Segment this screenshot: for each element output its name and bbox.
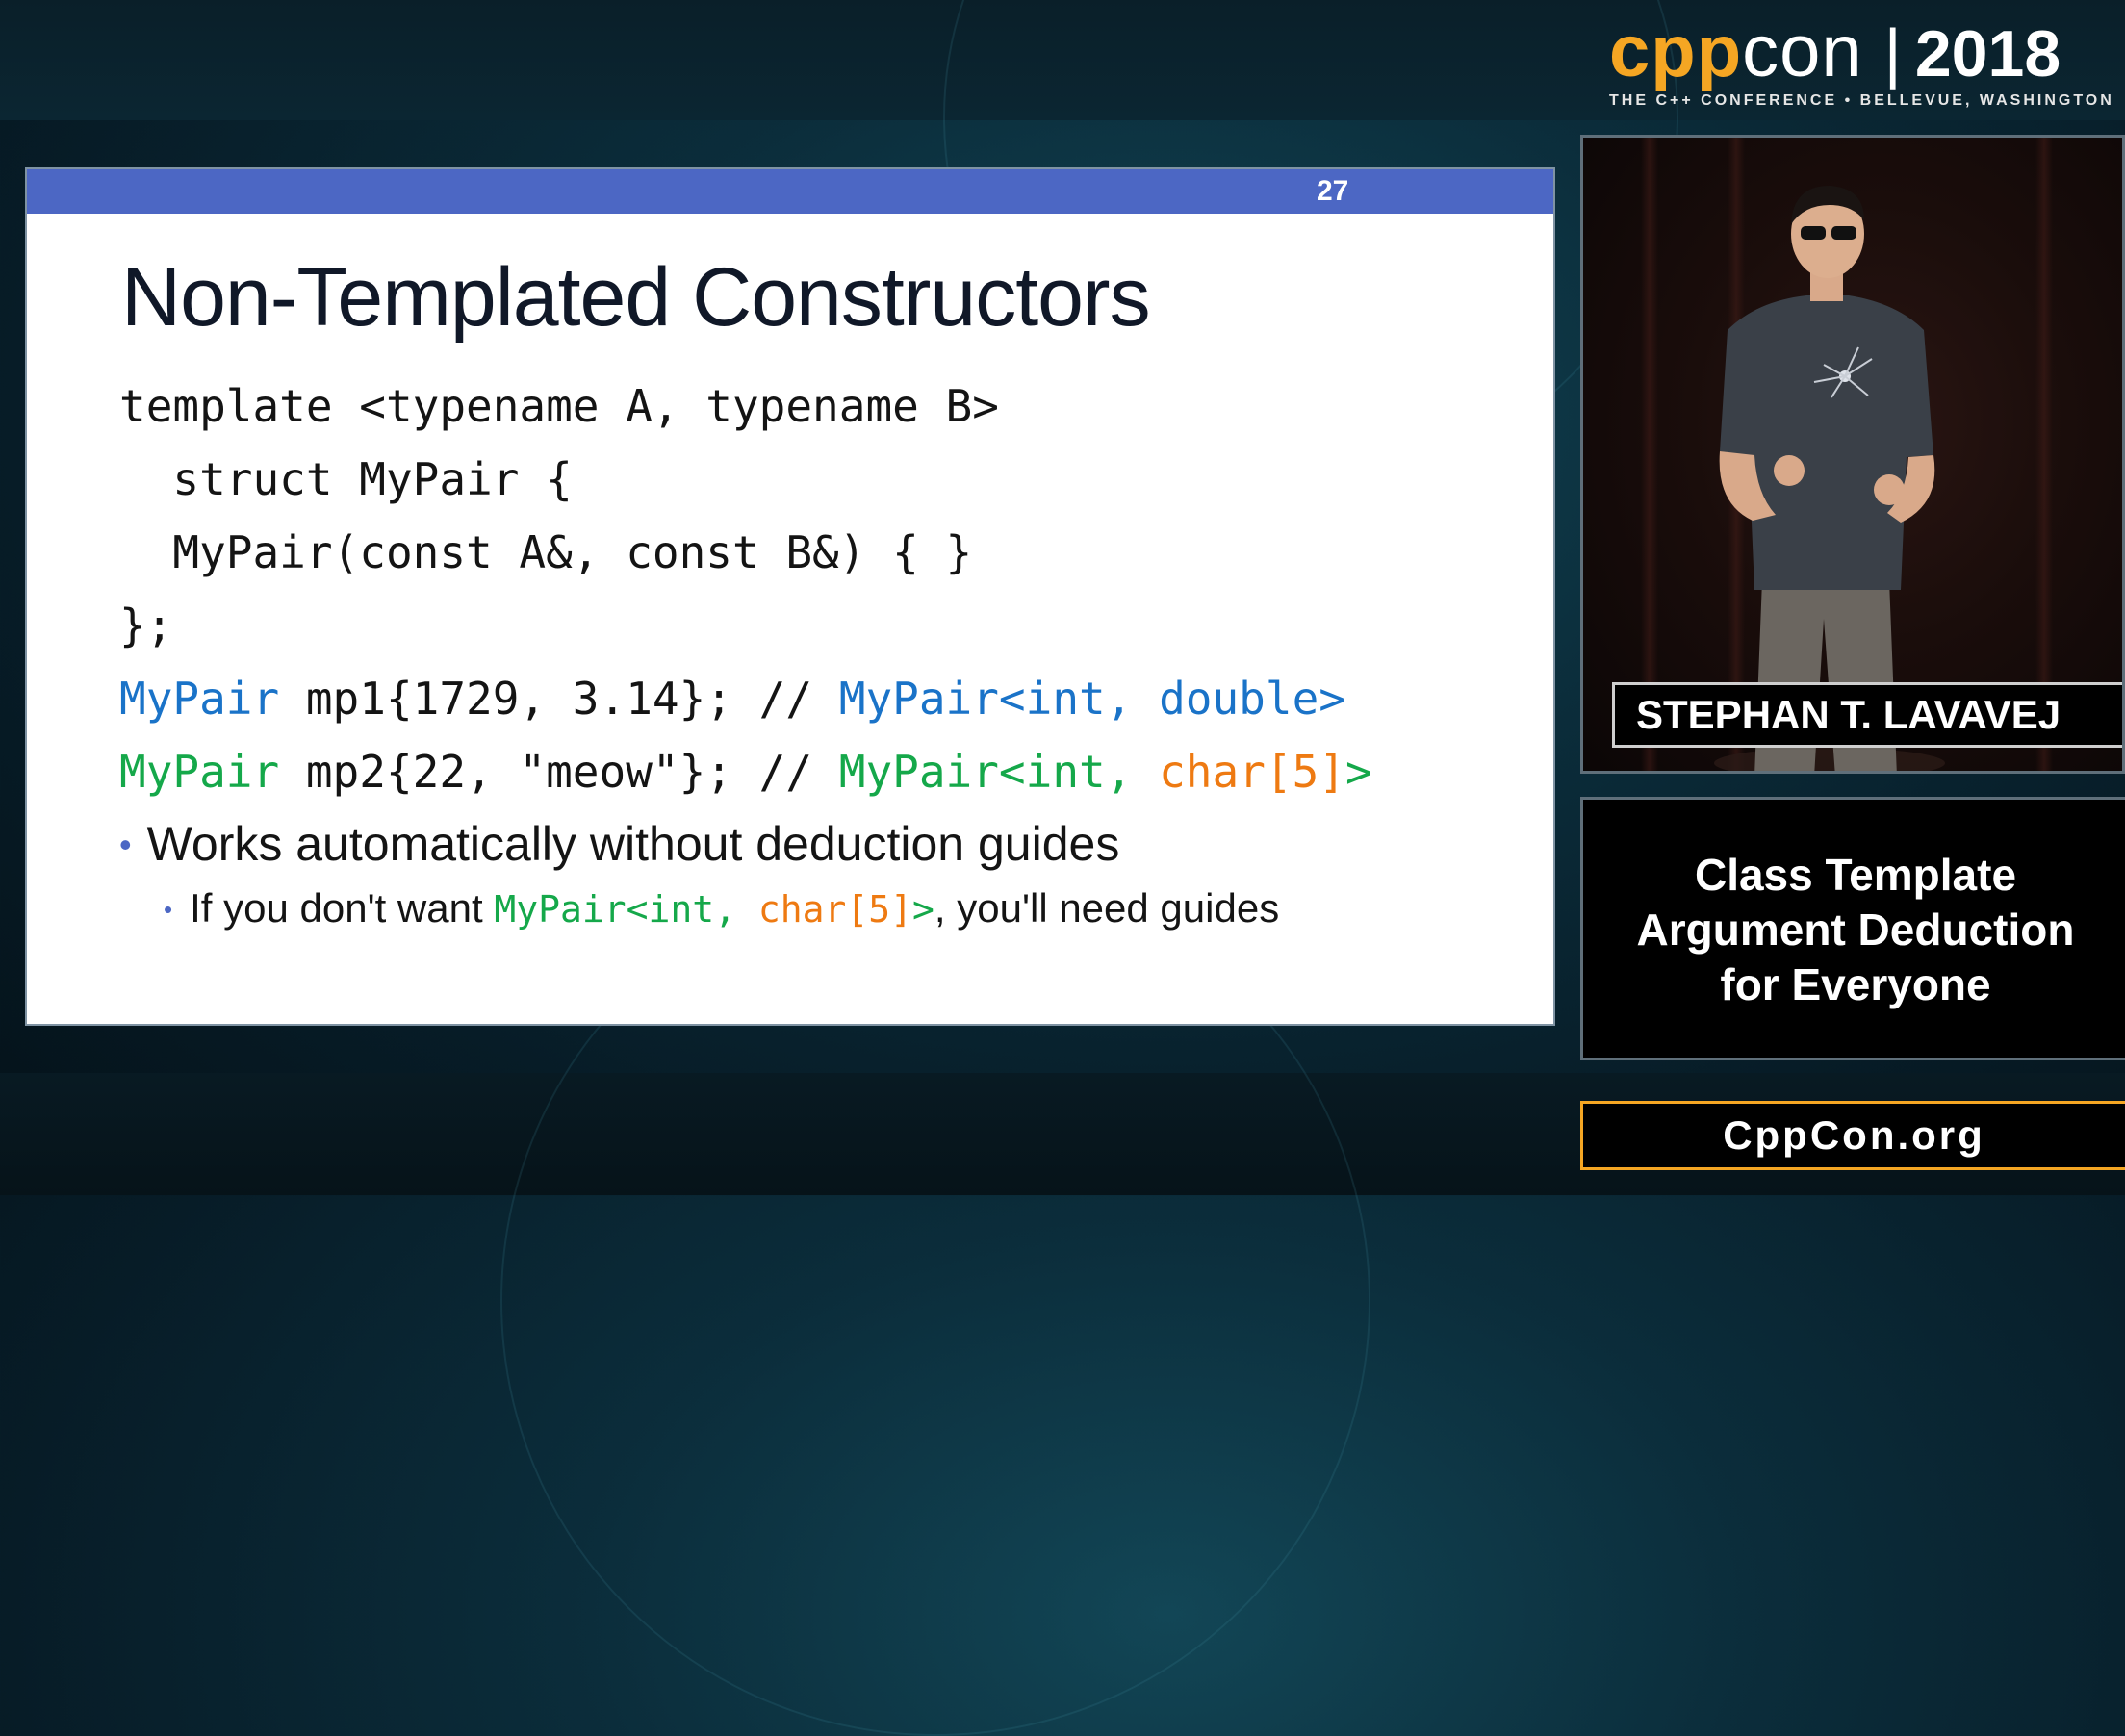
logo-separator: | <box>1883 15 1902 90</box>
code-deduced-type: MyPair<int, <box>838 746 1160 798</box>
logo-year: 2018 <box>1914 17 2061 90</box>
sub-bullet-code-c: > <box>912 888 934 931</box>
sub-bullet-code-b: char[5] <box>757 888 913 931</box>
code-line-6: MyPair mp2{22, "meow"}; // MyPair<int, c… <box>119 745 1372 799</box>
code-expression: mp2{22, "meow"}; // <box>279 746 839 798</box>
logo-tagline: THE C++ CONFERENCE • BELLEVUE, WASHINGTO… <box>1609 92 2114 109</box>
sub-bullet-text-pre: If you don't want <box>190 885 495 931</box>
site-url-banner: CppCon.org <box>1580 1101 2125 1170</box>
speaker-video: STEPHAN T. LAVAVEJ <box>1580 135 2125 774</box>
talk-title-line: for Everyone <box>1720 959 1991 1009</box>
code-line-2: struct MyPair { <box>119 453 573 505</box>
logo-cpp-text: cpp <box>1609 11 1743 92</box>
code-line-5: MyPair mp1{1729, 3.14}; // MyPair<int, d… <box>119 672 1345 726</box>
talk-title-panel: Class Template Argument Deduction for Ev… <box>1580 797 2125 1060</box>
code-type-name: MyPair <box>119 673 280 725</box>
bullet-text: Works automatically without deduction gu… <box>146 817 1120 871</box>
code-type-name: MyPair <box>119 746 280 798</box>
slide-title: Non-Templated Constructors <box>121 251 1151 344</box>
code-line-3: MyPair(const A&, const B&) { } <box>119 526 973 578</box>
speaker-name-plate: STEPHAN T. LAVAVEJ <box>1612 682 2122 748</box>
talk-title-line: Class Template <box>1694 850 2017 900</box>
bullet-dot-icon: • <box>164 895 173 924</box>
sub-bullet-point: • If you don't want MyPair<int, char[5]>,… <box>164 885 1279 932</box>
sub-bullet-code-a: MyPair<int, <box>494 888 758 931</box>
code-deduced-array: char[5] <box>1159 746 1345 798</box>
speaker-figure <box>1714 186 1945 771</box>
code-line-4: }; <box>119 600 173 651</box>
logo-con-text: con <box>1742 11 1863 92</box>
cppcon-logo: cppcon | 2018 THE C++ CONFERENCE • BELLEVU… <box>1609 11 2114 114</box>
code-deduced-close: > <box>1344 746 1372 798</box>
sub-bullet-text-post: , you'll need guides <box>934 885 1280 931</box>
presentation-slide: 27 Non-Templated Constructors template <… <box>25 167 1555 1026</box>
code-deduced-type: MyPair<int, double> <box>838 673 1345 725</box>
bullet-dot-icon: • <box>119 825 132 864</box>
talk-title: Class Template Argument Deduction for Ev… <box>1583 848 2125 1012</box>
bullet-point: • Works automatically without deduction g… <box>119 816 1119 872</box>
code-expression: mp1{1729, 3.14}; // <box>279 673 839 725</box>
talk-title-line: Argument Deduction <box>1636 905 2075 955</box>
slide-header-bar: 27 <box>27 169 1553 214</box>
slide-number: 27 <box>1317 175 1349 207</box>
code-line-1: template <typename A, typename B> <box>119 380 999 432</box>
